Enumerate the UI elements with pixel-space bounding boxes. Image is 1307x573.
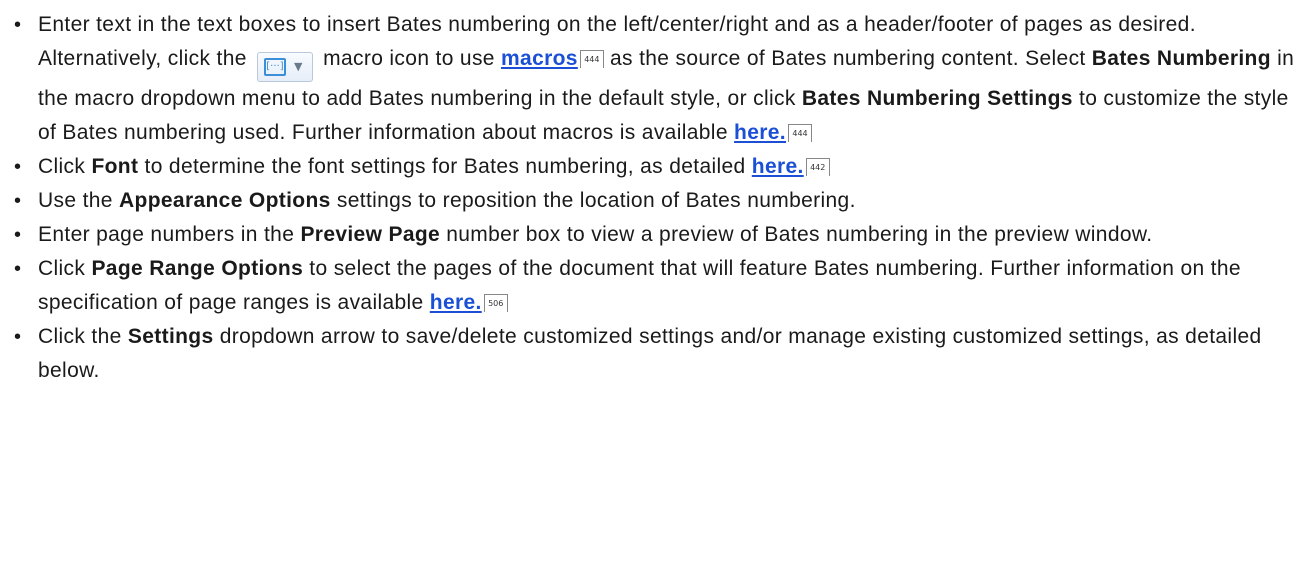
- list-item: • Use the Appearance Options settings to…: [8, 184, 1303, 218]
- bullet-icon: •: [14, 258, 22, 280]
- list-item: • Enter text in the text boxes to insert…: [8, 8, 1303, 150]
- bold-term: Page Range Options: [91, 257, 304, 280]
- page-reference: 444: [788, 124, 812, 142]
- bold-term: Bates Numbering: [1091, 47, 1271, 70]
- bullet-list: • Enter text in the text boxes to insert…: [8, 8, 1303, 388]
- list-item: • Click the Settings dropdown arrow to s…: [8, 320, 1303, 388]
- bold-term: Preview Page: [300, 223, 441, 246]
- item-text: as the source of Bates numbering content…: [610, 47, 1086, 70]
- page-reference: 506: [483, 294, 508, 312]
- here-link[interactable]: here.: [752, 155, 804, 178]
- item-text: number box to view a preview of Bates nu…: [446, 223, 1153, 246]
- dropdown-caret-icon: ▼: [293, 60, 303, 73]
- page-reference: 444: [579, 50, 604, 68]
- here-link[interactable]: here.: [734, 121, 786, 144]
- bullet-icon: •: [14, 326, 22, 348]
- bold-term: Appearance Options: [119, 189, 331, 212]
- list-item: • Click Page Range Options to select the…: [8, 252, 1303, 320]
- macros-link[interactable]: macros: [501, 47, 578, 70]
- macro-icon: [···] ▼: [256, 52, 313, 82]
- item-text: macro icon to use: [323, 47, 495, 70]
- bold-term: Settings: [127, 325, 214, 348]
- bullet-icon: •: [14, 14, 22, 36]
- item-text: Click: [38, 257, 86, 280]
- list-item: • Enter page numbers in the Preview Page…: [8, 218, 1303, 252]
- here-link[interactable]: here.: [430, 291, 482, 314]
- item-text: Enter page numbers in the: [38, 223, 295, 246]
- help-document: • Enter text in the text boxes to insert…: [0, 0, 1307, 573]
- bold-term: Bates Numbering Settings: [801, 87, 1073, 110]
- item-text: settings to reposition the location of B…: [336, 189, 856, 212]
- macro-bracket-icon: [···]: [263, 58, 286, 76]
- item-text: dropdown arrow to save/delete customized…: [38, 325, 1262, 382]
- item-text: Use the: [38, 189, 113, 212]
- item-text: to determine the font settings for Bates…: [144, 155, 746, 178]
- item-text: Click the: [38, 325, 122, 348]
- list-item: • Click Font to determine the font setti…: [8, 150, 1303, 184]
- bullet-icon: •: [14, 190, 22, 212]
- bullet-icon: •: [14, 156, 22, 178]
- bullet-icon: •: [14, 224, 22, 246]
- page-reference: 442: [805, 158, 830, 176]
- bold-term: Font: [91, 155, 139, 178]
- item-text: Click: [38, 155, 86, 178]
